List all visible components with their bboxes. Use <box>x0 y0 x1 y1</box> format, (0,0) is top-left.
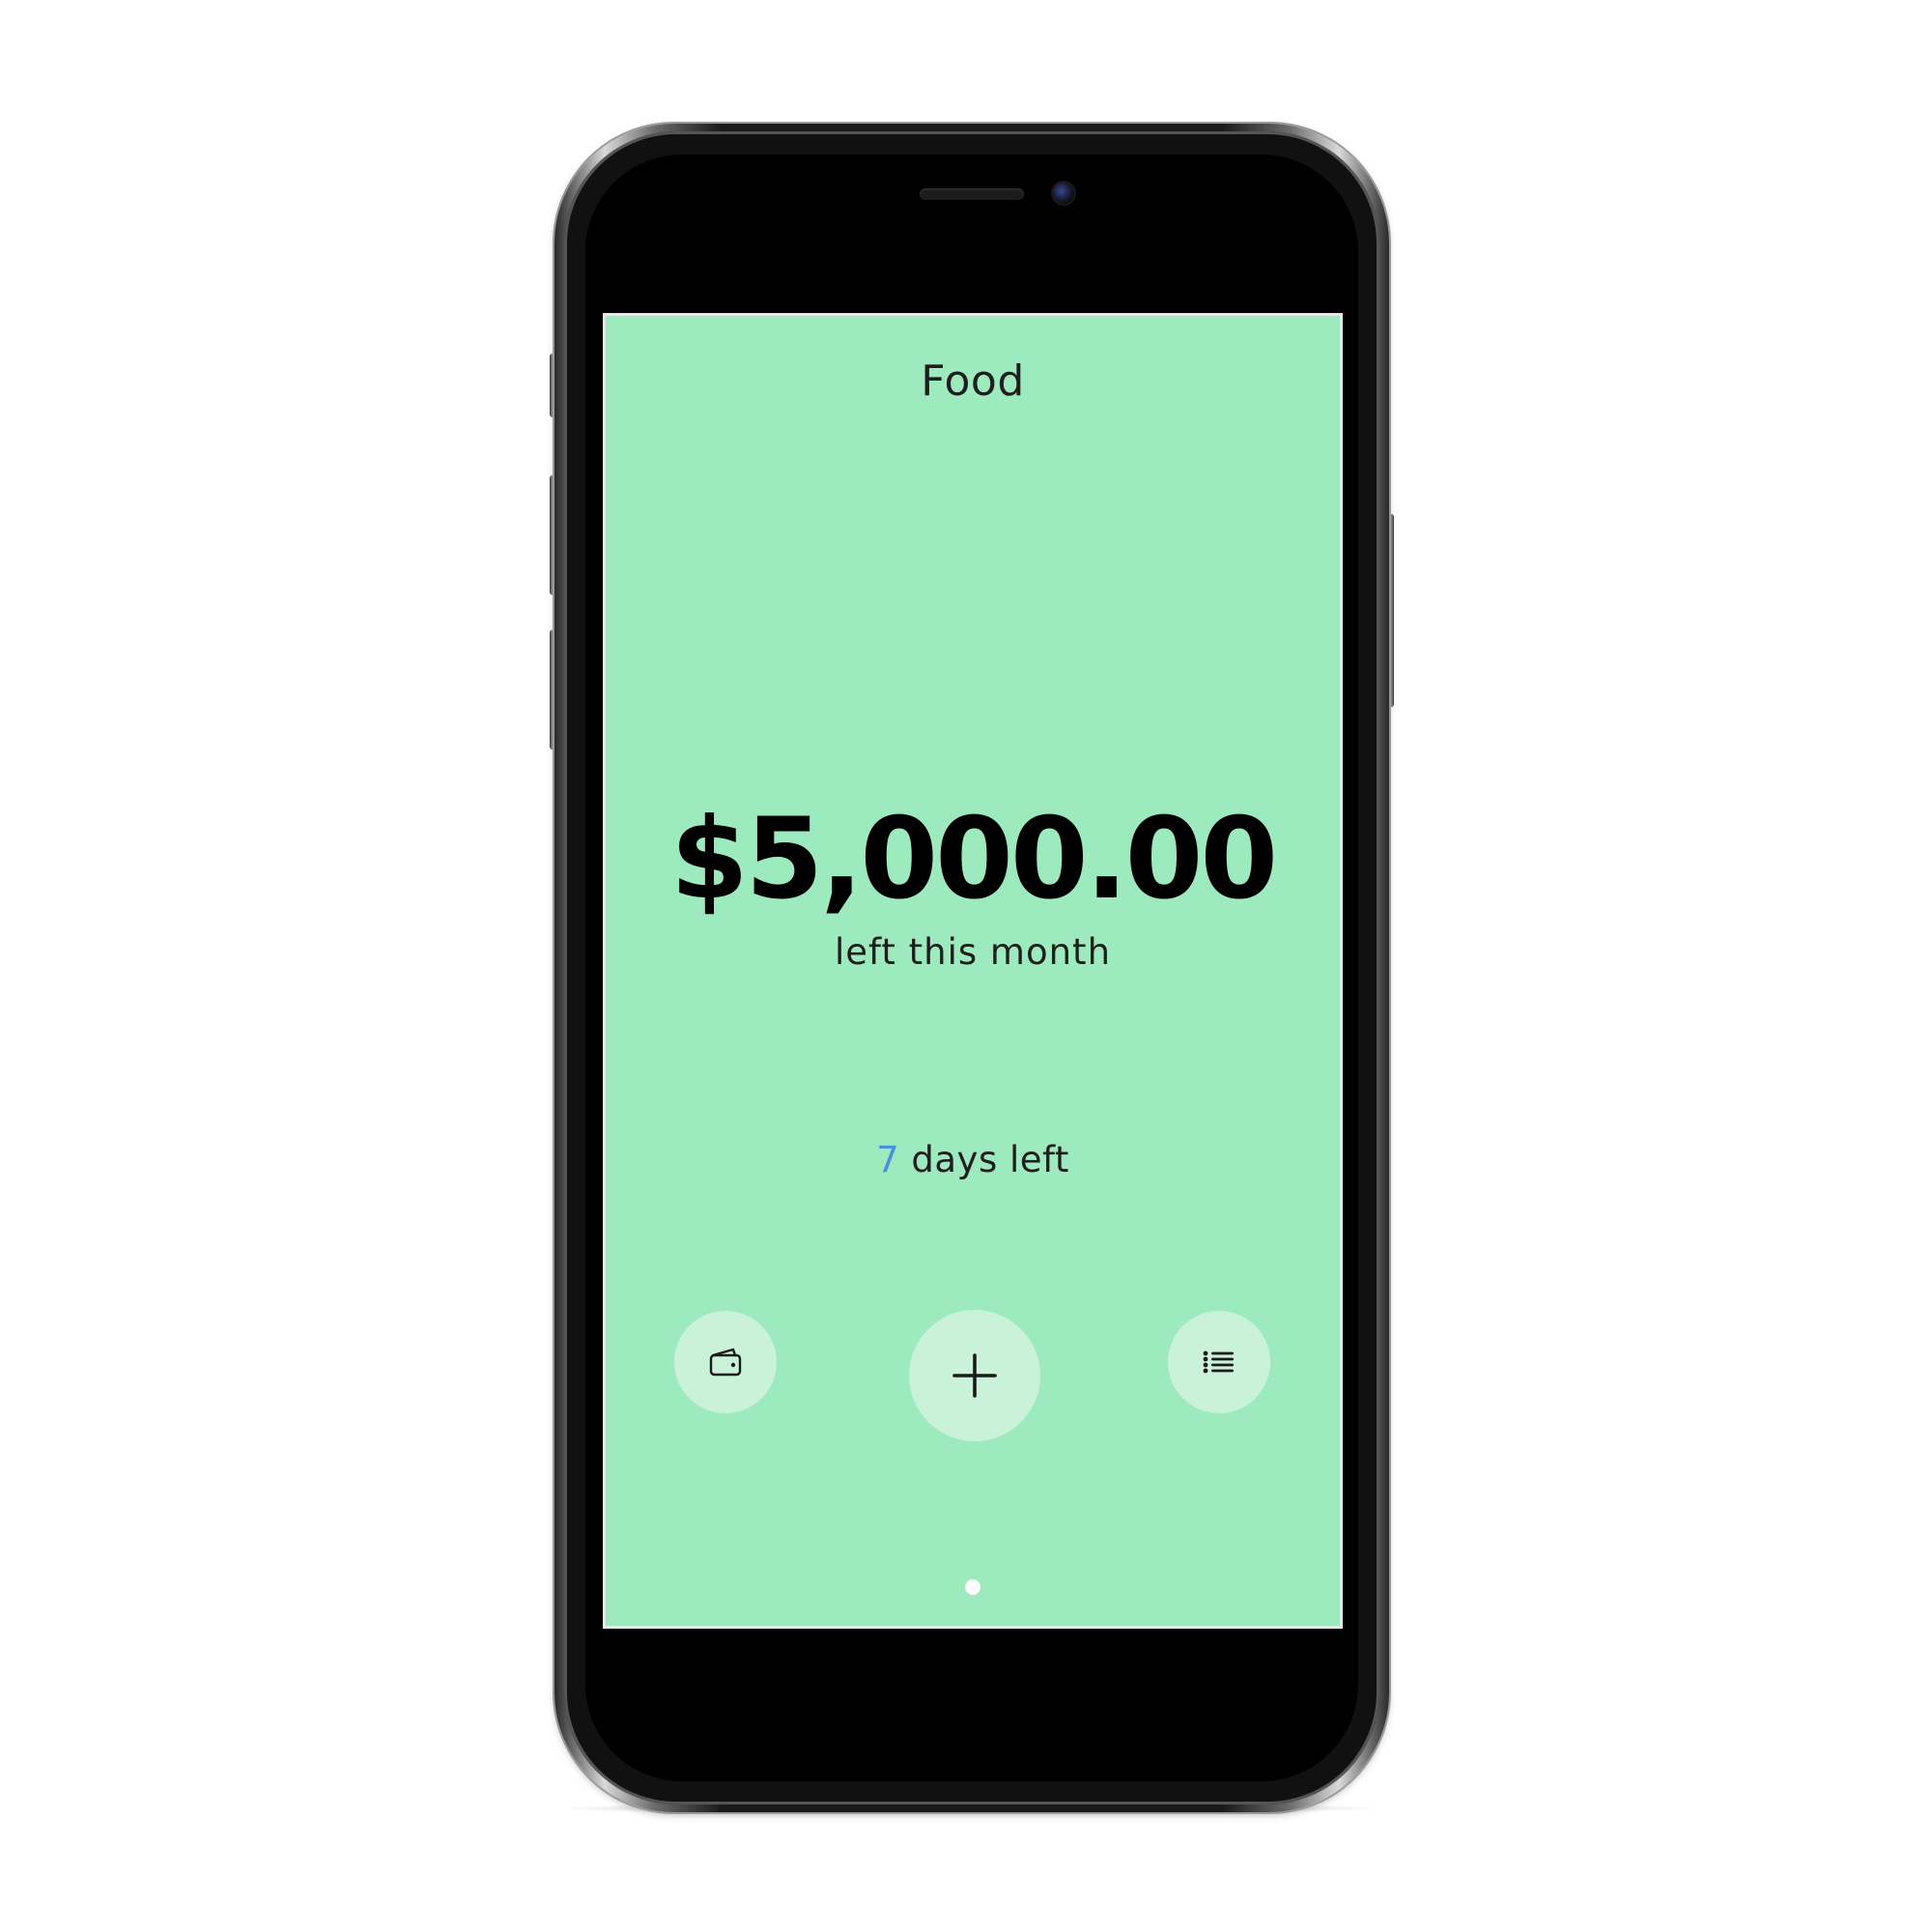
wallet-icon <box>708 1347 743 1378</box>
remaining-amount: $5,000.00 <box>669 794 1278 924</box>
add-expense-button[interactable] <box>909 1310 1040 1441</box>
days-left-text: 7 days left <box>606 1139 1340 1180</box>
budget-category-title: Food <box>921 356 1025 406</box>
page-indicator-dot[interactable] <box>965 1579 980 1595</box>
earpiece-speaker <box>920 188 1024 200</box>
days-left-label: days left <box>911 1139 1069 1180</box>
app-screen: Food $5,000.00 left this month 7 days le… <box>606 316 1340 1626</box>
front-camera <box>1053 183 1074 204</box>
transactions-list-button[interactable] <box>1168 1311 1270 1413</box>
plus-icon <box>952 1353 997 1398</box>
mockup-stage: Food $5,000.00 left this month 7 days le… <box>0 0 1932 1932</box>
days-left-count: 7 <box>876 1139 900 1180</box>
remaining-amount-caption: left this month <box>834 931 1112 973</box>
list-icon <box>1203 1350 1236 1375</box>
wallet-button[interactable] <box>674 1311 777 1413</box>
